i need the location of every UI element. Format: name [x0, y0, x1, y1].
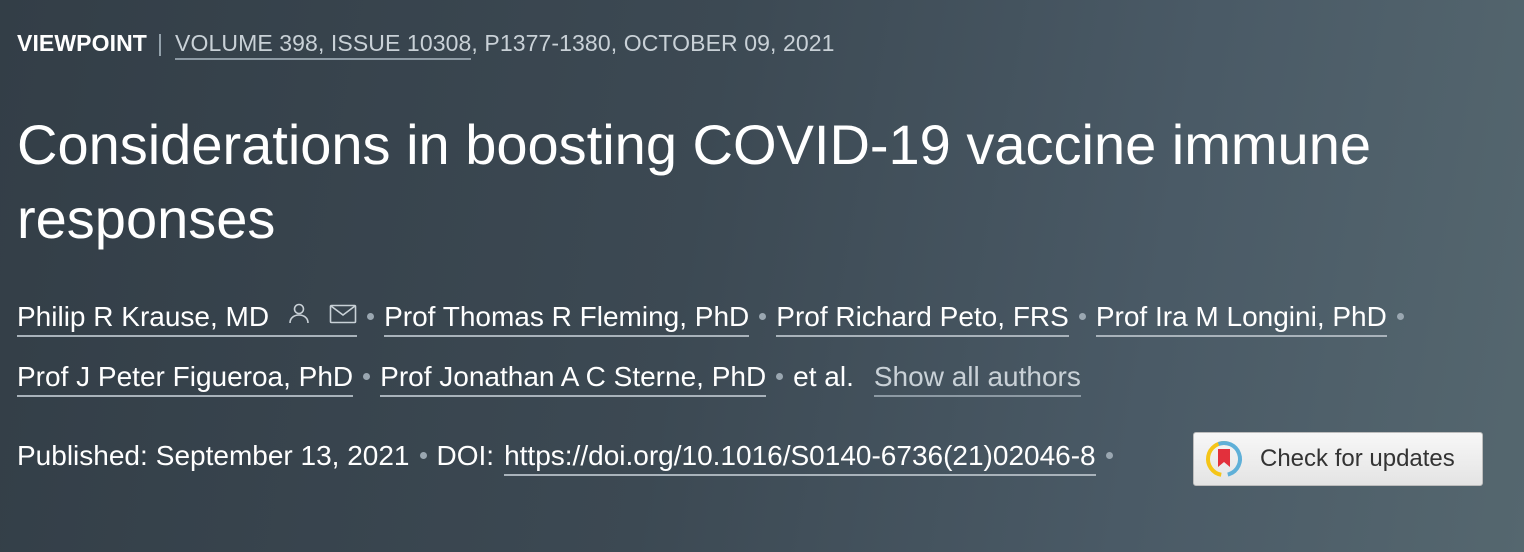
author-link[interactable]: Prof Jonathan A C Sterne, PhD — [380, 360, 767, 397]
separator-dot — [759, 313, 767, 321]
separator-dot — [776, 372, 784, 380]
publication-info: Published: September 13, 2021 DOI: https://… — [17, 440, 1123, 476]
separator-dot — [1396, 313, 1404, 321]
doi-label: DOI: — [436, 440, 495, 471]
person-icon[interactable] — [287, 287, 311, 345]
separator-dot — [419, 452, 427, 460]
author-list: Philip R Krause, MD Prof Thomas R Fleming… — [17, 288, 1507, 406]
author-link[interactable]: Prof J Peter Figueroa, PhD — [17, 360, 354, 397]
envelope-icon[interactable] — [329, 287, 357, 345]
article-meta-line: VIEWPOINT | VOLUME 398, ISSUE 10308, P1377… — [17, 30, 835, 60]
published-date: September 13, 2021 — [155, 440, 410, 471]
show-all-authors-link[interactable]: Show all authors — [873, 360, 1081, 397]
separator-dot — [363, 372, 371, 380]
author-name: Philip R Krause, MD — [17, 301, 270, 332]
meta-separator: | — [156, 30, 164, 56]
pages-date: , P1377-1380, OCTOBER 09, 2021 — [471, 30, 835, 56]
article-type: VIEWPOINT — [17, 30, 147, 56]
et-al-text: et al. — [793, 360, 854, 392]
article-title: Considerations in boosting COVID-19 vacc… — [17, 113, 1371, 250]
check-for-updates-button[interactable]: Check for updates — [1193, 432, 1483, 486]
separator-dot — [1078, 313, 1086, 321]
author-link[interactable]: Prof Richard Peto, FRS — [776, 301, 1069, 337]
author-link[interactable]: Prof Ira M Longini, PhD — [1095, 301, 1387, 337]
published-label: Published: — [17, 440, 148, 471]
separator-dot — [367, 313, 375, 321]
author-link[interactable]: Prof Thomas R Fleming, PhD — [384, 301, 750, 337]
doi-link[interactable]: https://doi.org/10.1016/S0140-6736(21)02… — [504, 440, 1096, 476]
check-for-updates-label: Check for updates — [1260, 445, 1455, 472]
volume-issue-link[interactable]: VOLUME 398, ISSUE 10308 — [175, 30, 472, 60]
separator-dot — [1105, 452, 1113, 460]
author-link[interactable]: Philip R Krause, MD — [17, 301, 358, 337]
check-for-updates-logo-icon — [1206, 441, 1242, 477]
